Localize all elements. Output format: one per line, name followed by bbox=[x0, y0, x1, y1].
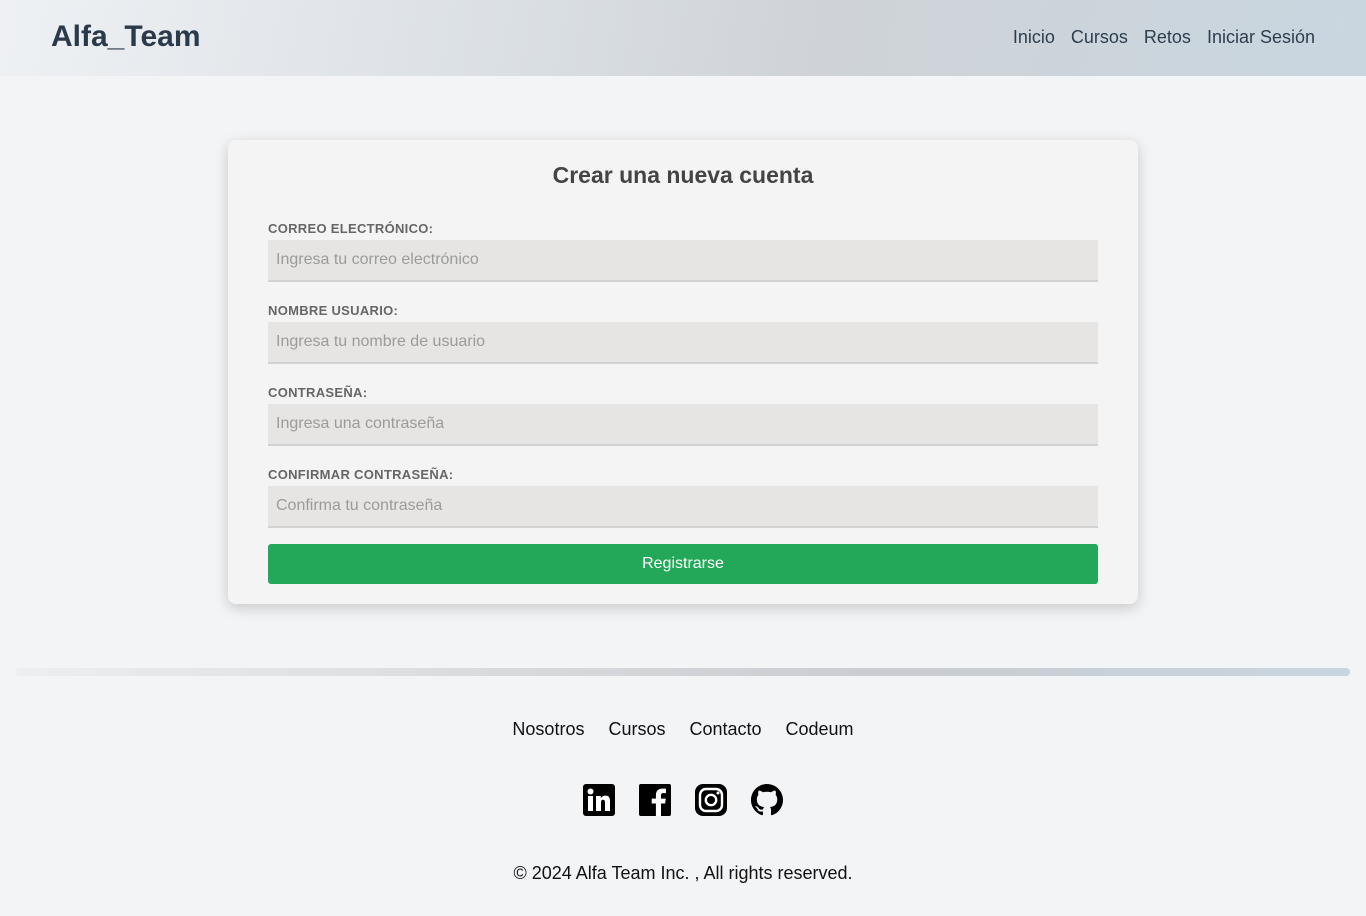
password-field[interactable] bbox=[268, 404, 1098, 446]
github-icon[interactable] bbox=[751, 784, 783, 816]
footer-link-nosotros[interactable]: Nosotros bbox=[512, 719, 584, 740]
confirm-password-label: CONFIRMAR CONTRASEÑA: bbox=[268, 467, 454, 482]
nav-link-iniciar-sesion[interactable]: Iniciar Sesión bbox=[1207, 27, 1315, 48]
nav-link-retos[interactable]: Retos bbox=[1144, 27, 1191, 48]
facebook-icon[interactable] bbox=[639, 784, 671, 816]
site-header: Alfa_Team Inicio Cursos Retos Iniciar Se… bbox=[0, 0, 1366, 76]
register-button[interactable]: Registrarse bbox=[268, 544, 1098, 584]
site-logo[interactable]: Alfa_Team bbox=[51, 20, 201, 54]
nav-link-inicio[interactable]: Inicio bbox=[1013, 27, 1055, 48]
confirm-password-field[interactable] bbox=[268, 486, 1098, 528]
social-links bbox=[0, 784, 1366, 816]
nav-link-cursos[interactable]: Cursos bbox=[1071, 27, 1128, 48]
footer-link-cursos[interactable]: Cursos bbox=[608, 719, 665, 740]
copyright-text: © 2024 Alfa Team Inc. , All rights reser… bbox=[513, 863, 853, 883]
email-label: CORREO ELECTRÓNICO: bbox=[268, 221, 434, 236]
register-form-card: Crear una nueva cuenta CORREO ELECTRÓNIC… bbox=[228, 140, 1138, 604]
footer-link-codeum[interactable]: Codeum bbox=[786, 719, 854, 740]
username-label: NOMBRE USUARIO: bbox=[268, 303, 399, 318]
username-field[interactable] bbox=[268, 322, 1098, 364]
main-nav: Inicio Cursos Retos Iniciar Sesión bbox=[1013, 27, 1315, 48]
password-label: CONTRASEÑA: bbox=[268, 385, 368, 400]
email-field[interactable] bbox=[268, 240, 1098, 282]
linkedin-icon[interactable] bbox=[583, 784, 615, 816]
footer-link-contacto[interactable]: Contacto bbox=[689, 719, 761, 740]
instagram-icon[interactable] bbox=[695, 784, 727, 816]
footer-divider bbox=[16, 668, 1350, 676]
footer-nav: Nosotros Cursos Contacto Codeum bbox=[0, 719, 1366, 740]
form-title: Crear una nueva cuenta bbox=[552, 162, 814, 188]
